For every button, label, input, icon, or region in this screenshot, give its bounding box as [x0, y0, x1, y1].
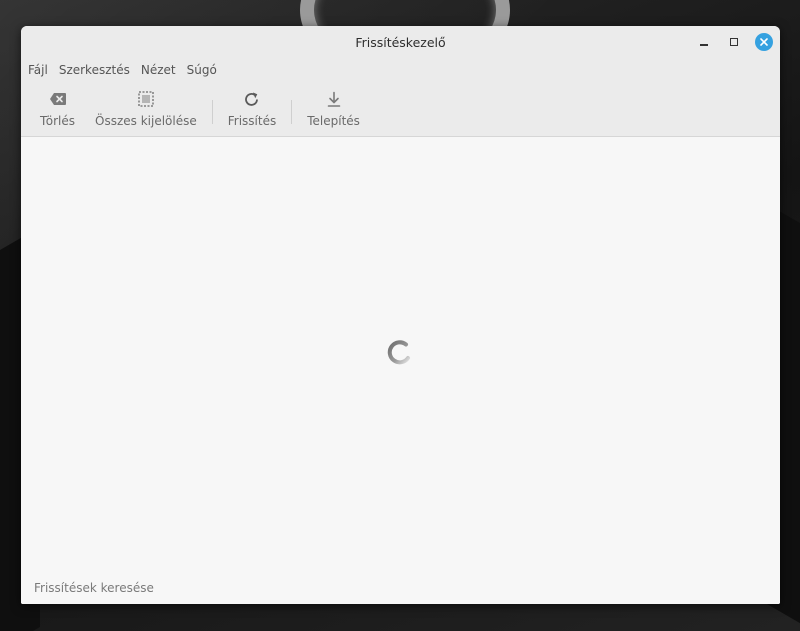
refresh-label: Frissítés — [227, 114, 277, 128]
minimize-button[interactable] — [694, 32, 714, 52]
install-label: Telepítés — [307, 114, 360, 128]
status-text: Frissítések keresése — [34, 581, 154, 595]
toolbar-separator — [211, 100, 213, 124]
download-icon — [326, 90, 342, 108]
backspace-icon — [49, 90, 67, 108]
update-manager-window: Frissítéskezelő Fájl Szerkesztés Nézet S… — [21, 26, 780, 604]
clear-button[interactable]: Törlés — [35, 88, 80, 128]
toolbar: Törlés Összes kijelölése Frissítés Telep… — [21, 82, 780, 137]
close-icon — [755, 33, 773, 51]
menu-file[interactable]: Fájl — [27, 63, 56, 77]
select-all-label: Összes kijelölése — [95, 114, 197, 128]
close-button[interactable] — [754, 32, 774, 52]
select-all-icon — [138, 90, 154, 108]
menubar: Fájl Szerkesztés Nézet Súgó — [21, 58, 780, 82]
menu-help[interactable]: Súgó — [186, 63, 225, 77]
clear-label: Törlés — [40, 114, 76, 128]
menu-view[interactable]: Nézet — [140, 63, 184, 77]
statusbar: Frissítések keresése — [21, 572, 780, 604]
maximize-icon — [730, 38, 738, 46]
toolbar-separator — [291, 100, 293, 124]
install-button[interactable]: Telepítés — [302, 88, 365, 128]
menu-edit[interactable]: Szerkesztés — [58, 63, 138, 77]
updates-list-area: Frissítések keresése — [21, 137, 780, 604]
minimize-icon — [700, 44, 708, 46]
refresh-button[interactable]: Frissítés — [223, 88, 281, 128]
refresh-icon — [243, 90, 260, 108]
select-all-button[interactable]: Összes kijelölése — [90, 88, 202, 128]
titlebar[interactable]: Frissítéskezelő — [21, 26, 780, 58]
loading-spinner-icon — [387, 339, 413, 365]
window-controls — [694, 32, 774, 52]
window-title: Frissítéskezelő — [355, 34, 446, 50]
maximize-button[interactable] — [724, 32, 744, 52]
